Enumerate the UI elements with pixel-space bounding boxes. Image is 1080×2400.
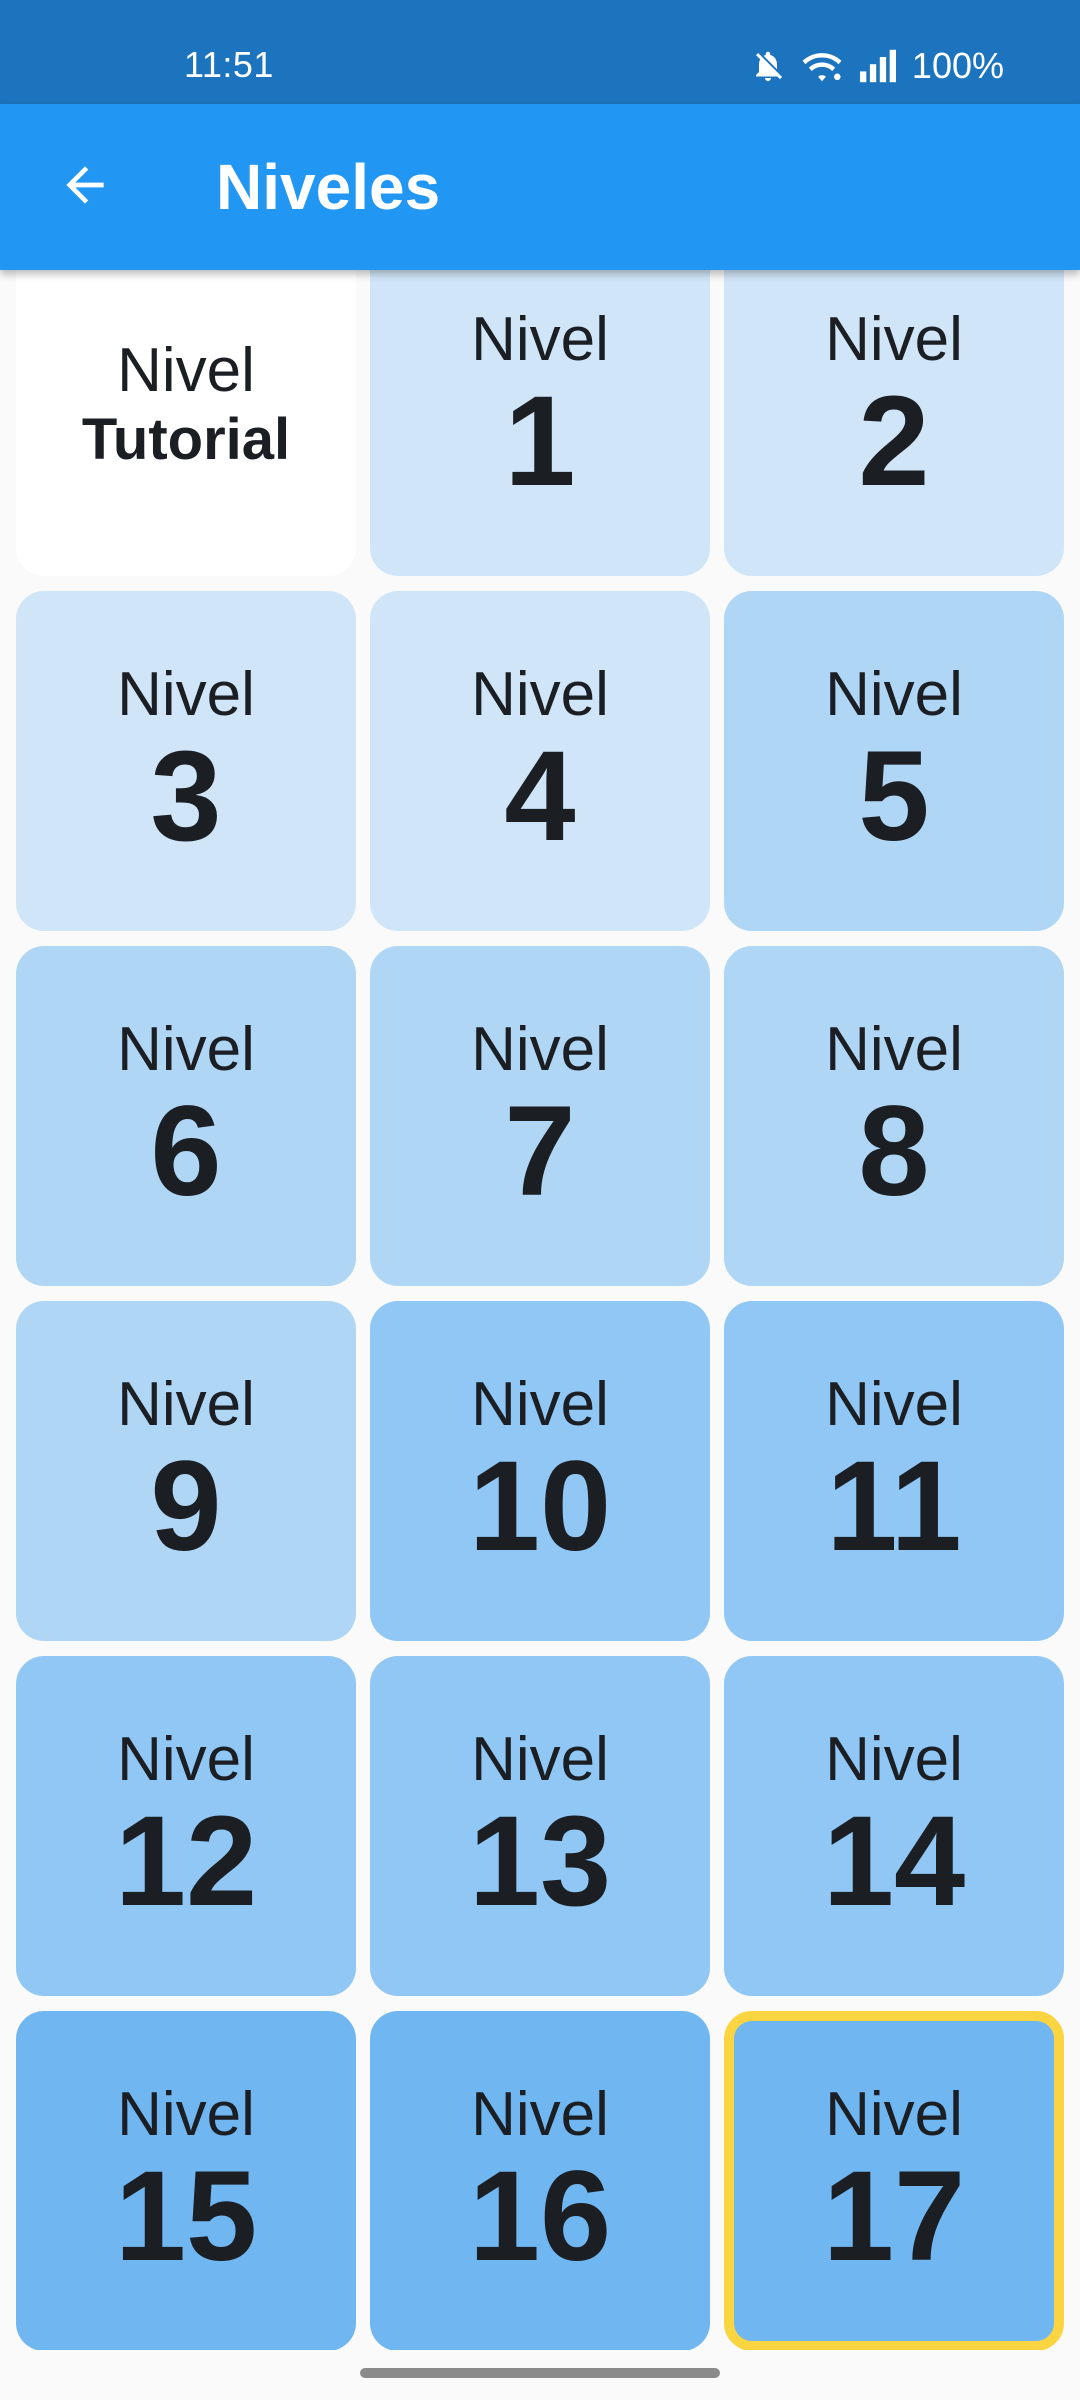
level-number: 6 — [150, 1080, 222, 1224]
level-tile[interactable]: Nivel 2 — [724, 270, 1064, 576]
level-label: Nivel — [471, 1369, 609, 1439]
level-tile[interactable]: Nivel 12 — [16, 1656, 356, 1996]
level-number: 4 — [504, 725, 576, 869]
arrow-left-icon — [57, 157, 113, 218]
level-label: Nivel — [117, 1724, 255, 1794]
level-tile[interactable]: Nivel 9 — [16, 1301, 356, 1641]
level-number: 17 — [822, 2145, 966, 2289]
level-tile[interactable]: Nivel Tutorial — [16, 270, 356, 576]
level-tile[interactable]: Nivel 15 — [16, 2011, 356, 2350]
bell-off-icon — [750, 48, 786, 84]
level-tile[interactable]: Nivel 3 — [16, 591, 356, 931]
level-label: Nivel — [117, 1014, 255, 1084]
app-bar: Niveles — [0, 104, 1080, 270]
level-number: 3 — [150, 725, 222, 869]
level-label: Nivel — [825, 1724, 963, 1794]
level-label: Nivel — [471, 659, 609, 729]
level-tile[interactable]: Nivel 5 — [724, 591, 1064, 931]
wifi-icon — [800, 48, 844, 84]
level-number: 14 — [822, 1790, 966, 1934]
level-tile[interactable]: Nivel 17 — [724, 2011, 1064, 2350]
level-label: Nivel — [825, 1369, 963, 1439]
level-label: Nivel — [117, 1369, 255, 1439]
battery-percentage: 100% — [911, 45, 1004, 86]
level-label: Nivel — [471, 304, 609, 374]
level-tile[interactable]: Nivel 10 — [370, 1301, 710, 1641]
level-number: 12 — [114, 1790, 258, 1934]
level-number: 15 — [114, 2145, 258, 2289]
level-tile[interactable]: Nivel 1 — [370, 270, 710, 576]
level-label: Nivel — [117, 2079, 255, 2149]
level-number: 13 — [468, 1790, 612, 1934]
level-label: Nivel — [471, 2079, 609, 2149]
page-title: Niveles — [216, 151, 441, 223]
signal-icon — [858, 48, 898, 84]
level-label: Nivel — [825, 2079, 963, 2149]
level-number: 7 — [504, 1080, 576, 1224]
level-label: Nivel — [825, 304, 963, 374]
level-number: 16 — [468, 2145, 612, 2289]
level-tile[interactable]: Nivel 13 — [370, 1656, 710, 1996]
status-icons: 100% — [750, 44, 1004, 88]
level-number: 5 — [858, 725, 930, 869]
level-tile[interactable]: Nivel 4 — [370, 591, 710, 931]
level-tile[interactable]: Nivel 8 — [724, 946, 1064, 1286]
level-label: Nivel — [471, 1724, 609, 1794]
level-label: Nivel — [117, 336, 255, 406]
level-number: 11 — [826, 1435, 962, 1579]
level-label: Nivel — [825, 1014, 963, 1084]
level-number: 9 — [150, 1435, 222, 1579]
level-label: Nivel — [825, 659, 963, 729]
level-number: 1 — [504, 370, 576, 514]
level-number: 8 — [858, 1080, 930, 1224]
level-tile[interactable]: Nivel 11 — [724, 1301, 1064, 1641]
level-tile[interactable]: Nivel 6 — [16, 946, 356, 1286]
level-tile[interactable]: Nivel 7 — [370, 946, 710, 1286]
level-tile[interactable]: Nivel 14 — [724, 1656, 1064, 1996]
levels-grid[interactable]: Nivel Tutorial Nivel 1 Nivel 2 Nivel 3 Nivel 4 Niv… — [0, 270, 1080, 2350]
level-number: 2 — [858, 370, 930, 514]
level-label: Nivel — [471, 1014, 609, 1084]
level-number: Tutorial — [81, 407, 291, 473]
level-number: 10 — [468, 1435, 612, 1579]
back-button[interactable] — [40, 142, 130, 232]
home-indicator[interactable] — [360, 2368, 720, 2378]
level-tile[interactable]: Nivel 16 — [370, 2011, 710, 2350]
level-label: Nivel — [117, 659, 255, 729]
status-bar: 11:51 100% — [0, 0, 1080, 104]
status-time: 11:51 — [184, 44, 274, 85]
